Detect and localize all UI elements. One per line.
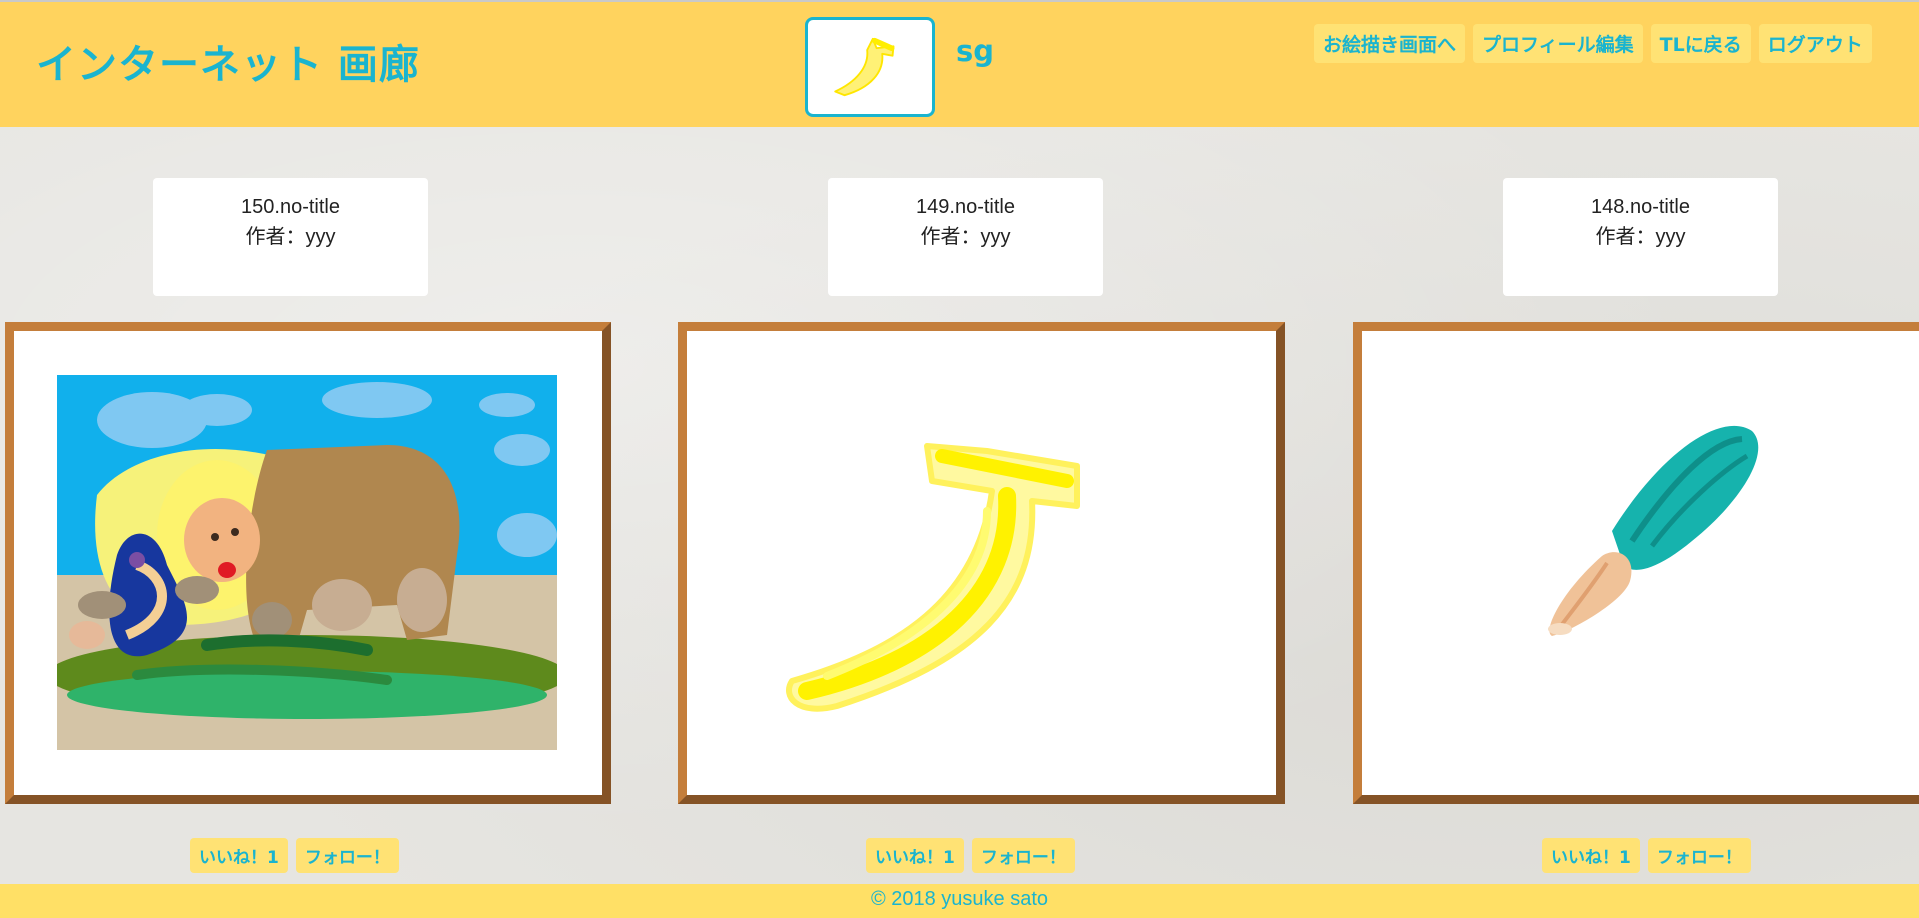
artwork-info-card: 150.no-title 作者：yyy xyxy=(153,178,428,296)
user-avatar[interactable] xyxy=(805,17,935,117)
paintbrush-drawing-icon xyxy=(1548,425,1759,636)
follow-button[interactable]: フォロー！ xyxy=(1647,838,1751,873)
site-footer: © 2018 yusuke sato xyxy=(0,884,1919,918)
nav-profile-edit-button[interactable]: プロフィール編集 xyxy=(1473,24,1643,63)
artwork-author[interactable]: 作者：yyy xyxy=(153,222,428,252)
nav-draw-button[interactable]: お絵描き画面へ xyxy=(1314,24,1466,63)
nav-timeline-button[interactable]: TLに戻る xyxy=(1650,24,1751,63)
banana-drawing-icon xyxy=(786,443,1080,712)
like-button[interactable]: いいね！1 xyxy=(866,838,964,873)
header-nav: お絵描き画面へ プロフィール編集 TLに戻る ログアウト xyxy=(1314,24,1872,63)
artwork-info-card: 149.no-title 作者：yyy xyxy=(828,178,1103,296)
artwork-actions: いいね！1 フォロー！ xyxy=(190,838,399,873)
artwork-frame[interactable] xyxy=(678,322,1285,804)
artwork-title[interactable]: 148.no-title xyxy=(1503,192,1778,222)
username[interactable]: sg xyxy=(956,34,994,68)
copyright-text: © 2018 yusuke sato xyxy=(870,888,1049,910)
site-title[interactable]: インターネット 画廊 xyxy=(36,32,420,90)
artwork-actions: いいね！1 フォロー！ xyxy=(1542,838,1751,873)
artwork-author[interactable]: 作者：yyy xyxy=(828,222,1103,252)
follow-button[interactable]: フォロー！ xyxy=(295,838,399,873)
like-button[interactable]: いいね！1 xyxy=(190,838,288,873)
artwork-info-card: 148.no-title 作者：yyy xyxy=(1503,178,1778,296)
like-button[interactable]: いいね！1 xyxy=(1542,838,1640,873)
artwork-author[interactable]: 作者：yyy xyxy=(1503,222,1778,252)
banana-drawing-icon xyxy=(834,37,895,97)
artwork-actions: いいね！1 フォロー！ xyxy=(866,838,1075,873)
follow-button[interactable]: フォロー！ xyxy=(971,838,1075,873)
artwork-frame[interactable] xyxy=(5,322,611,804)
site-header: インターネット 画廊 sg お絵描き画面へ プロフィール編集 TLに戻る ログア… xyxy=(0,0,1919,127)
nav-logout-button[interactable]: ログアウト xyxy=(1758,24,1872,63)
elephant-lion-drawing-icon xyxy=(57,375,557,750)
artwork-title[interactable]: 149.no-title xyxy=(828,192,1103,222)
artwork-frame[interactable] xyxy=(1353,322,1919,804)
artwork-title[interactable]: 150.no-title xyxy=(153,192,428,222)
